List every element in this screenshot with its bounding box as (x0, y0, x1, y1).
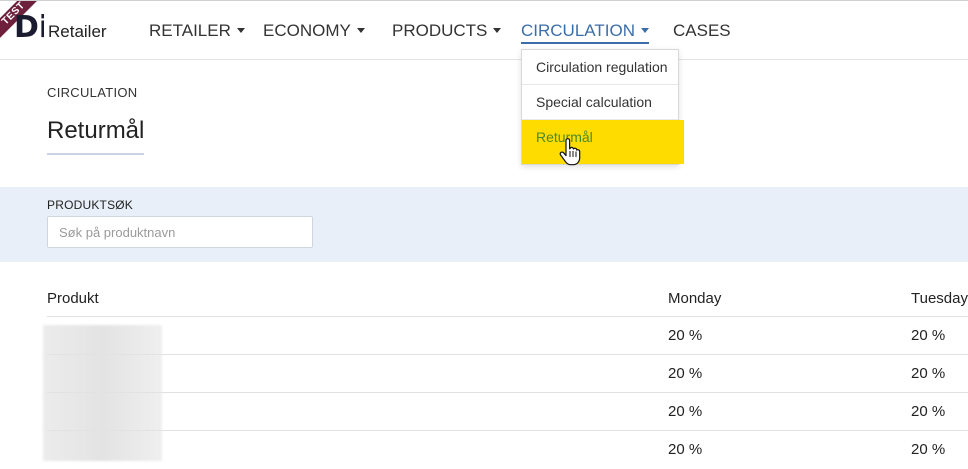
cell-monday: 20 % (668, 327, 703, 344)
nav-cases[interactable]: CASES (673, 21, 731, 41)
brand-name[interactable]: Retailer (48, 22, 107, 42)
column-header-produkt[interactable]: Produkt (47, 290, 99, 307)
caret-down-icon (640, 28, 649, 34)
nav-economy-label: ECONOMY (263, 21, 351, 40)
cell-monday: 20 % (668, 403, 703, 420)
circulation-dropdown-menu: Circulation regulation Special calculati… (521, 49, 684, 166)
caret-down-icon (493, 28, 502, 34)
nav-circulation[interactable]: CIRCULATION (521, 21, 649, 44)
search-label: PRODUKTSØK (47, 198, 134, 212)
nav-economy[interactable]: ECONOMY (263, 21, 365, 41)
table-row[interactable]: 20 % 20 % (47, 354, 968, 393)
section-label: CIRCULATION (47, 85, 138, 100)
hand-pointer-icon (559, 138, 581, 166)
nav-products-label: PRODUCTS (392, 21, 488, 40)
logo-mark: Di (14, 10, 44, 45)
logo[interactable]: TEST Di (0, 1, 44, 49)
caret-down-icon (236, 28, 245, 34)
caret-down-icon (356, 28, 365, 34)
cell-tuesday: 20 % (911, 441, 946, 458)
cell-monday: 20 % (668, 441, 703, 458)
menu-item-special-calculation[interactable]: Special calculation (522, 85, 678, 120)
table-row[interactable]: 20 % 20 % (47, 316, 968, 355)
page-title: Returmål (47, 117, 145, 155)
nav-circulation-label: CIRCULATION (521, 21, 635, 40)
nav-retailer-label: RETAILER (149, 21, 231, 40)
nav-products[interactable]: PRODUCTS (392, 21, 502, 41)
product-search-input[interactable] (47, 216, 313, 248)
cell-monday: 20 % (668, 365, 703, 382)
cell-tuesday: 20 % (911, 365, 946, 382)
column-header-tuesday[interactable]: Tuesday (911, 290, 968, 307)
cell-tuesday: 20 % (911, 327, 946, 344)
menu-item-circulation-regulation[interactable]: Circulation regulation (522, 50, 678, 85)
table-row[interactable]: 20 % 20 % (47, 430, 968, 469)
top-navigation-bar: TEST Di Retailer RETAILER ECONOMY PRODUC… (0, 0, 968, 60)
menu-item-returmal[interactable]: Returmål (522, 120, 684, 166)
nav-retailer[interactable]: RETAILER (149, 21, 245, 41)
column-header-monday[interactable]: Monday (668, 290, 721, 307)
product-search-panel: PRODUKTSØK (0, 187, 968, 262)
cell-tuesday: 20 % (911, 403, 946, 420)
nav-cases-label: CASES (673, 21, 731, 40)
table-row[interactable]: 20 % 20 % (47, 392, 968, 431)
